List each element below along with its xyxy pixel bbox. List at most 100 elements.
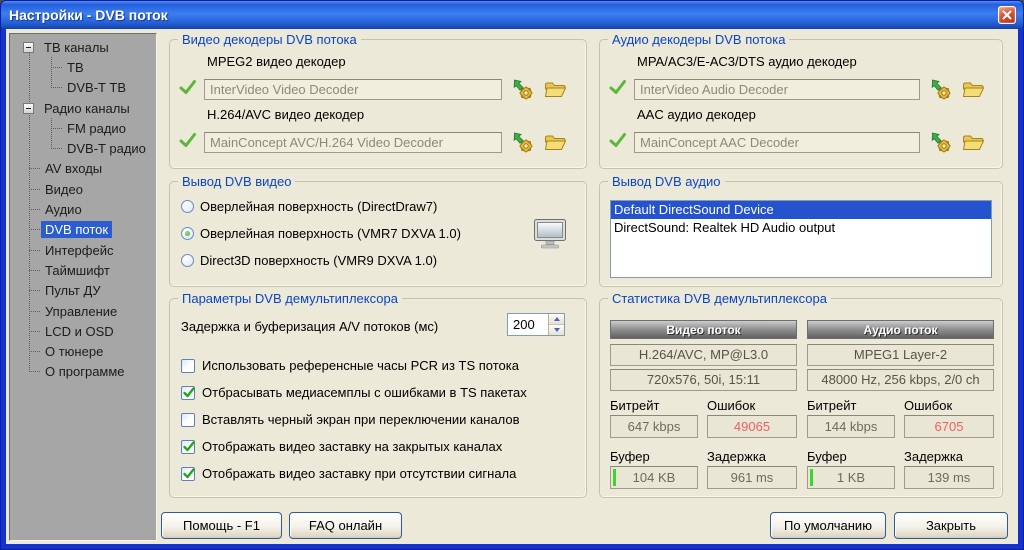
sidebar-item-about-tuner[interactable]: О тюнере [10, 341, 156, 361]
group-video-output: Вывод DVB видео Оверлейная поверхность (… [169, 181, 587, 287]
mpeg2-decoder-field[interactable]: InterVideo Video Decoder [204, 79, 502, 100]
browse-folder-icon[interactable] [962, 80, 984, 98]
decoder-label: AAC аудио декодер [637, 107, 756, 122]
sidebar-item-fm-radio[interactable]: FM радио [10, 118, 156, 138]
sidebar-item-audio[interactable]: Аудио [10, 199, 156, 219]
tree-branch [29, 351, 40, 352]
checkbox-label: Отображать видео заставку на закрытых ка… [202, 439, 502, 454]
list-item-realtek-hd[interactable]: DirectSound: Realtek HD Audio output [611, 219, 991, 237]
tree-branch [29, 331, 40, 332]
checkbox-icon[interactable] [181, 359, 195, 373]
faq-online-button[interactable]: FAQ онлайн [289, 512, 402, 539]
tree-collapse-icon[interactable] [23, 42, 34, 53]
checkbox-icon[interactable] [181, 413, 195, 427]
tree-branch [29, 168, 40, 169]
video-format-field: 720x576, 50i, 15:11 [610, 369, 797, 391]
browse-folder-icon[interactable] [544, 80, 566, 98]
checkbox-splash-on-no-signal[interactable]: Отображать видео заставку при отсутствии… [181, 466, 516, 481]
errors-label: Ошибок [707, 398, 755, 413]
close-button[interactable]: Закрыть [894, 512, 1008, 539]
sidebar-item-about-program[interactable]: О программе [10, 362, 156, 382]
decoder-properties-icon[interactable] [930, 131, 952, 153]
sidebar-item-radio-channels[interactable]: Радио каналы [10, 98, 156, 118]
checkbox-icon[interactable] [181, 386, 195, 400]
video-codec-field: H.264/AVC, MP@L3.0 [610, 344, 797, 366]
decoder-properties-icon[interactable] [930, 78, 952, 100]
defaults-button[interactable]: По умолчанию [770, 512, 886, 539]
sidebar-item-interface[interactable]: Интерфейс [10, 240, 156, 260]
checkbox-black-screen-on-switch[interactable]: Вставлять черный экран при переключении … [181, 412, 520, 427]
titlebar[interactable]: Настройки - DVB поток [1, 1, 1023, 29]
tree-branch [29, 371, 40, 372]
mpa-ac3-decoder-field[interactable]: InterVideo Audio Decoder [634, 79, 920, 100]
radio-overlay-vmr7[interactable]: Оверлейная поверхность (VMR7 DXVA 1.0) [181, 226, 461, 241]
delay-spinner[interactable]: 200 [507, 313, 565, 336]
tree-collapse-icon[interactable] [23, 103, 34, 114]
close-icon[interactable] [998, 6, 1016, 24]
group-title: Вывод DVB аудио [608, 174, 725, 189]
group-title: Параметры DVB демультиплексора [178, 291, 402, 306]
decoder-label: MPA/AC3/E-AC3/DTS аудио декодер [637, 54, 857, 69]
video-bitrate-field: 647 kbps [610, 415, 698, 438]
aac-decoder-field[interactable]: MainConcept AAC Decoder [634, 132, 920, 153]
bitrate-label: Битрейт [610, 398, 659, 413]
radio-label: Оверлейная поверхность (VMR7 DXVA 1.0) [200, 226, 461, 241]
sidebar-item-tv[interactable]: ТВ [10, 57, 156, 77]
bitrate-label: Битрейт [807, 398, 856, 413]
tree-branch [29, 229, 40, 230]
window-title: Настройки - DVB поток [9, 7, 168, 23]
sidebar-item-dvbt-tv[interactable]: DVB-T ТВ [10, 78, 156, 98]
tree-branch [51, 87, 62, 88]
decoder-properties-icon[interactable] [512, 131, 534, 153]
delay-value-field[interactable]: 200 [508, 314, 548, 335]
audio-device-listbox[interactable]: Default DirectSound Device DirectSound: … [610, 200, 992, 278]
monitor-icon [532, 218, 568, 255]
video-errors-field: 49065 [707, 415, 797, 438]
errors-label: Ошибок [904, 398, 952, 413]
audio-format-field: 48000 Hz, 256 kbps, 2/0 ch [807, 369, 994, 391]
video-stream-header: Видео поток [610, 320, 797, 339]
settings-window: Настройки - DVB поток ТВ каналы ТВ DVB-T… [0, 0, 1024, 550]
checkbox-icon[interactable] [181, 467, 195, 481]
decoder-properties-icon[interactable] [512, 78, 534, 100]
sidebar-item-remote-control[interactable]: Пульт ДУ [10, 281, 156, 301]
sidebar-item-dvbt-radio[interactable]: DVB-T радио [10, 138, 156, 158]
checkbox-splash-on-scrambled[interactable]: Отображать видео заставку на закрытых ка… [181, 439, 502, 454]
video-delay-field: 961 ms [707, 466, 797, 489]
audio-bitrate-field: 144 kbps [807, 415, 895, 438]
radio-direct3d-vmr9[interactable]: Direct3D поверхность (VMR9 DXVA 1.0) [181, 253, 437, 268]
browse-folder-icon[interactable] [544, 133, 566, 151]
browse-folder-icon[interactable] [962, 133, 984, 151]
delay-label: Задержка [707, 449, 766, 464]
audio-stream-header: Аудио поток [807, 320, 994, 339]
sidebar-item-control[interactable]: Управление [10, 301, 156, 321]
sidebar-item-timeshift[interactable]: Таймшифт [10, 260, 156, 280]
radio-icon[interactable] [181, 254, 194, 267]
audio-delay-field: 139 ms [904, 466, 994, 489]
checkbox-label: Вставлять черный экран при переключении … [202, 412, 520, 427]
tree-branch [29, 290, 40, 291]
sidebar-item-tv-channels[interactable]: ТВ каналы [10, 37, 156, 57]
decoder-ok-check-icon [609, 132, 627, 153]
list-item-default-directsound[interactable]: Default DirectSound Device [611, 201, 991, 219]
sidebar-item-av-inputs[interactable]: AV входы [10, 159, 156, 179]
audio-buffer-field: 1 KB [807, 466, 895, 489]
radio-icon[interactable] [181, 200, 194, 213]
checkbox-drop-bad-samples[interactable]: Отбрасывать медиасемплы с ошибками в TS … [181, 385, 527, 400]
checkbox-icon[interactable] [181, 440, 195, 454]
sidebar-item-dvb-stream[interactable]: DVB поток [10, 220, 156, 240]
spinner-down-icon[interactable] [549, 325, 564, 335]
checkbox-use-pcr-clock[interactable]: Использовать референсные часы PCR из TS … [181, 358, 519, 373]
group-demux-params: Параметры DVB демультиплексора Задержка … [169, 298, 587, 498]
sidebar-item-lcd-osd[interactable]: LCD и OSD [10, 321, 156, 341]
audio-codec-field: MPEG1 Layer-2 [807, 344, 994, 366]
sidebar-item-video[interactable]: Видео [10, 179, 156, 199]
spinner-up-icon[interactable] [549, 314, 564, 325]
radio-overlay-directdraw7[interactable]: Оверлейная поверхность (DirectDraw7) [181, 199, 437, 214]
help-button[interactable]: Помощь - F1 [161, 512, 282, 539]
radio-label: Оверлейная поверхность (DirectDraw7) [200, 199, 437, 214]
radio-icon[interactable] [181, 227, 194, 240]
tree-branch [29, 209, 40, 210]
h264-decoder-field[interactable]: MainConcept AVC/H.264 Video Decoder [204, 132, 502, 153]
buffer-label: Буфер [610, 449, 650, 464]
